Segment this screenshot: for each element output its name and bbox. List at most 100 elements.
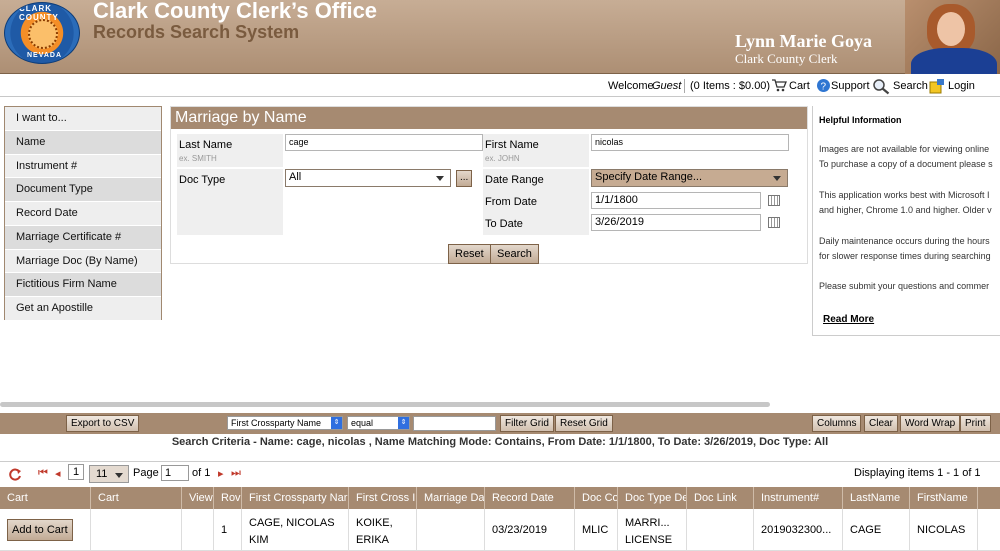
column-header[interactable]: LastName (843, 487, 910, 509)
nav-divider (684, 79, 685, 93)
info-text: Daily maintenance occurs during the hour… (819, 236, 990, 246)
info-text: Please submit your questions and commer (819, 281, 990, 291)
sidebar-item-document-type[interactable]: Document Type (5, 178, 161, 202)
doc-type-line-1: MARRI... (625, 517, 670, 529)
grid-toolbar: Export to CSV First Crossparty Name ⇕ eq… (0, 413, 1000, 434)
refresh-icon[interactable] (9, 468, 22, 481)
clerk-name: Lynn Marie Goya (735, 31, 873, 51)
doc-type-value: All (289, 171, 302, 183)
page-number-input[interactable]: 1 (161, 465, 189, 481)
page-count: of 1 (192, 467, 211, 479)
first-crossparty-name-line-1: CAGE, NICOLAS (249, 517, 335, 529)
support-link[interactable]: Support (831, 80, 870, 92)
reset-grid-button[interactable]: Reset Grid (555, 415, 613, 432)
word-wrap-button[interactable]: Word Wrap (900, 415, 961, 432)
welcome-text: Welcome (608, 80, 654, 92)
export-to-csv-button[interactable]: Export to CSV (66, 415, 140, 432)
chevron-updown-icon: ⇕ (398, 417, 409, 429)
sidebar-item-fictitious-firm-name[interactable]: Fictitious Firm Name (5, 273, 161, 297)
sidebar-item-name[interactable]: Name (5, 130, 161, 155)
login-icon[interactable] (929, 78, 945, 94)
add-to-cart-button[interactable]: Add to Cart (7, 519, 73, 541)
column-header[interactable]: Cart (91, 487, 182, 509)
column-header[interactable]: Record Date (485, 487, 575, 509)
first-page-icon[interactable]: ⏮ (38, 467, 48, 480)
instrument-cell: 2019032300... (754, 509, 843, 551)
first-crossparty-name-line-2: KIM (249, 534, 269, 546)
previous-page-icon[interactable]: ◂ (55, 467, 61, 480)
last-page-icon[interactable]: ⏭ (231, 467, 241, 480)
county-seal-logo[interactable]: CLARK COUNTY NEVADA (4, 2, 80, 64)
helpful-information-panel: Helpful Information Images are not avail… (812, 106, 1000, 336)
grid-header-row: Cart Cart View Rov First Crossparty Nar … (0, 487, 1000, 509)
horizontal-scrollbar[interactable] (0, 402, 770, 407)
reset-button[interactable]: Reset (448, 244, 491, 264)
cart-icon[interactable] (771, 78, 787, 92)
search-icon[interactable] (872, 78, 890, 95)
column-header[interactable]: First Crossparty Nar (242, 487, 349, 509)
column-header[interactable]: Doc Type De (618, 487, 687, 509)
first-name-example: ex. JOHN (485, 154, 520, 163)
first-page-box[interactable]: 1 (68, 464, 85, 480)
filter-operator-select[interactable]: equal ⇕ (347, 416, 410, 430)
to-date-label: To Date (485, 218, 523, 230)
sidebar-header-i-want-to: I want to... (5, 107, 161, 131)
first-name-input[interactable]: nicolas (591, 134, 789, 151)
first-cross-line-2: ERIKA (356, 534, 390, 546)
column-header[interactable]: View (182, 487, 214, 509)
column-header[interactable]: FirstName (910, 487, 978, 509)
row-number-cell: 1 (214, 509, 242, 551)
column-header[interactable]: Doc Link (687, 487, 754, 509)
doc-type-more-button[interactable]: ... (456, 170, 473, 187)
print-button[interactable]: Print (960, 415, 991, 432)
page-size-select[interactable]: 11 (89, 465, 129, 483)
column-header[interactable]: Cart (0, 487, 91, 509)
calendar-icon[interactable] (768, 217, 780, 228)
column-header[interactable]: Rov (214, 487, 242, 509)
first-name-label: First Name (485, 139, 539, 151)
doc-type-label: Doc Type (179, 174, 226, 186)
filter-field-select[interactable]: First Crossparty Name ⇕ (227, 416, 343, 430)
next-page-icon[interactable]: ▸ (218, 467, 224, 480)
info-text: To purchase a copy of a document please … (819, 159, 993, 169)
column-header[interactable]: Marriage Da (417, 487, 485, 509)
last-name-input[interactable]: cage (285, 134, 483, 151)
filter-grid-button[interactable]: Filter Grid (500, 415, 554, 432)
columns-button[interactable]: Columns (812, 415, 862, 432)
site-header: CLARK COUNTY NEVADA Clark County Clerk’s… (0, 0, 1000, 74)
sidebar-item-marriage-doc-by-name[interactable]: Marriage Doc (By Name) (5, 249, 161, 274)
sidebar-item-record-date[interactable]: Record Date (5, 202, 161, 226)
column-header[interactable]: Doc Co (575, 487, 618, 509)
chevron-down-icon (436, 176, 444, 181)
sidebar-item-instrument[interactable]: Instrument # (5, 154, 161, 179)
table-row[interactable]: Add to Cart 1 CAGE, NICOLAS KIM KOIKE, E… (0, 509, 1000, 551)
page-label: Page (133, 467, 159, 479)
site-title: Clark County Clerk’s Office (93, 0, 378, 23)
top-nav: Welcome Guest (0 Items : $0.00) Cart ? S… (0, 75, 1000, 97)
filter-value-input[interactable] (413, 416, 496, 431)
column-header[interactable]: Instrument# (754, 487, 843, 509)
to-date-input[interactable]: 3/26/2019 (591, 214, 761, 231)
view-cell[interactable] (182, 509, 214, 551)
doc-type-line-2: LICENSE (625, 534, 673, 546)
login-link[interactable]: Login (948, 80, 975, 92)
info-text: and higher, Chrome 1.0 and higher. Older… (819, 205, 992, 215)
read-more-link[interactable]: Read More (823, 314, 874, 325)
support-icon[interactable]: ? (816, 78, 831, 93)
from-date-input[interactable]: 1/1/1800 (591, 192, 761, 209)
search-button[interactable]: Search (490, 244, 539, 264)
cart-link[interactable]: Cart (789, 80, 810, 92)
doc-link-cell[interactable] (687, 509, 754, 551)
search-link[interactable]: Search (893, 80, 928, 92)
last-name-label: Last Name (179, 139, 233, 151)
doc-type-select[interactable]: All (285, 169, 451, 187)
column-header[interactable]: First Cross I (349, 487, 417, 509)
grid-pager: ⏮ ◂ 1 11 Page 1 of 1 ▸ ⏭ Displaying item… (0, 461, 1000, 487)
sidebar-item-get-an-apostille[interactable]: Get an Apostille (5, 297, 161, 321)
clear-button[interactable]: Clear (864, 415, 898, 432)
page-size-value: 11 (96, 468, 108, 480)
site-subtitle: Records Search System (93, 22, 300, 42)
calendar-icon[interactable] (768, 195, 780, 206)
sidebar-item-marriage-certificate[interactable]: Marriage Certificate # (5, 225, 161, 250)
date-range-select[interactable]: Specify Date Range... (591, 169, 788, 187)
